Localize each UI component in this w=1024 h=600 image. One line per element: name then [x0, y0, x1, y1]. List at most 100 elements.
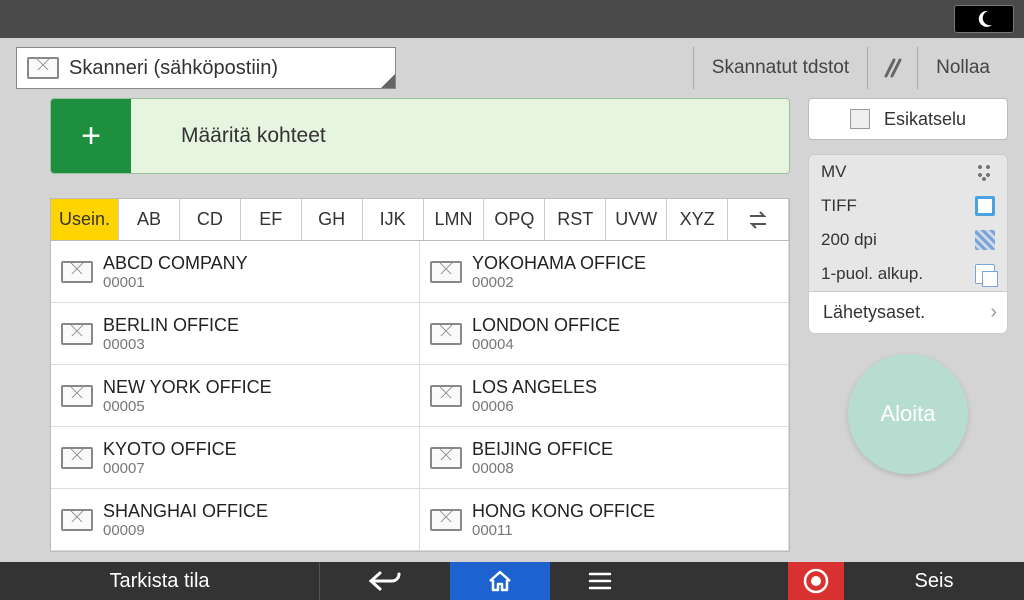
tab-lmn[interactable]: LMN — [424, 199, 485, 240]
address-name: SHANGHAI OFFICE — [103, 501, 268, 522]
tab-ijk[interactable]: IJK — [363, 199, 424, 240]
address-item[interactable]: LOS ANGELES00006 — [420, 365, 789, 427]
switch-icon — [747, 211, 769, 229]
tab-frequent[interactable]: Usein. — [51, 199, 119, 240]
tab-opq[interactable]: OPQ — [484, 199, 545, 240]
tab-uvw[interactable]: UVW — [606, 199, 667, 240]
tab-ef[interactable]: EF — [241, 199, 302, 240]
stop-icon-button[interactable] — [788, 562, 844, 600]
address-item[interactable]: LONDON OFFICE00004 — [420, 303, 789, 365]
address-number: 00003 — [103, 336, 239, 353]
address-number: 00001 — [103, 274, 248, 291]
header-row: Skanneri (sähköpostiin) Skannatut tdstot… — [0, 38, 1024, 98]
back-button[interactable] — [320, 562, 450, 600]
address-item[interactable]: NEW YORK OFFICE00005 — [51, 365, 420, 427]
address-number: 00011 — [472, 522, 655, 539]
envelope-icon — [61, 447, 93, 469]
specify-destinations-label: Määritä kohteet — [131, 99, 789, 173]
setting-color-label: MV — [821, 162, 847, 182]
check-status-button[interactable]: Tarkista tila — [0, 562, 320, 600]
address-item[interactable]: KYOTO OFFICE00007 — [51, 427, 420, 489]
menu-button[interactable] — [550, 562, 650, 600]
tab-xyz[interactable]: XYZ — [667, 199, 728, 240]
envelope-icon — [430, 509, 462, 531]
address-item[interactable]: YOKOHAMA OFFICE00002 — [420, 241, 789, 303]
back-icon — [368, 570, 402, 592]
setting-format[interactable]: TIFF — [809, 189, 1007, 223]
clear-destinations-button[interactable] — [867, 47, 917, 89]
tab-rst[interactable]: RST — [545, 199, 606, 240]
envelope-icon — [61, 261, 93, 283]
system-top-bar — [0, 0, 1024, 38]
scanned-files-button[interactable]: Skannatut tdstot — [693, 47, 867, 89]
address-number: 00006 — [472, 398, 597, 415]
tab-gh[interactable]: GH — [302, 199, 363, 240]
address-name: ABCD COMPANY — [103, 253, 248, 274]
tab-cd[interactable]: CD — [180, 199, 241, 240]
address-list: ABCD COMPANY00001 YOKOHAMA OFFICE00002 B… — [50, 240, 790, 552]
envelope-icon — [430, 261, 462, 283]
night-mode-button[interactable] — [954, 5, 1014, 33]
address-item[interactable]: BERLIN OFFICE00003 — [51, 303, 420, 365]
setting-resolution[interactable]: 200 dpi — [809, 223, 1007, 257]
mode-selector[interactable]: Skanneri (sähköpostiin) — [16, 47, 396, 89]
send-settings-button[interactable]: Lähetysaset. › — [809, 291, 1007, 333]
home-icon — [487, 569, 513, 593]
tab-switch-view[interactable] — [728, 199, 789, 240]
setting-sides-label: 1-puol. alkup. — [821, 264, 923, 284]
sides-icon — [975, 264, 995, 284]
address-name: BEIJING OFFICE — [472, 439, 613, 460]
stop-button[interactable]: Seis — [844, 562, 1024, 600]
envelope-icon — [27, 57, 59, 79]
address-number: 00007 — [103, 460, 237, 477]
resolution-icon — [975, 230, 995, 250]
address-name: LOS ANGELES — [472, 377, 597, 398]
mode-label: Skanneri (sähköpostiin) — [69, 57, 278, 80]
address-item[interactable]: SHANGHAI OFFICE00009 — [51, 489, 420, 551]
address-number: 00008 — [472, 460, 613, 477]
address-item[interactable]: BEIJING OFFICE00008 — [420, 427, 789, 489]
setting-color[interactable]: MV — [809, 155, 1007, 189]
address-number: 00005 — [103, 398, 272, 415]
start-button[interactable]: Aloita — [848, 354, 968, 474]
bottom-bar: Tarkista tila Seis — [0, 562, 1024, 600]
home-button[interactable] — [450, 562, 550, 600]
preview-checkbox[interactable] — [850, 109, 870, 129]
specify-destinations-button[interactable]: + Määritä kohteet — [50, 98, 790, 174]
color-mode-icon — [975, 162, 995, 182]
envelope-icon — [61, 385, 93, 407]
envelope-icon — [61, 509, 93, 531]
right-panel: Esikatselu MV TIFF 200 dpi 1-puol. alkup… — [808, 98, 1008, 552]
address-name: BERLIN OFFICE — [103, 315, 239, 336]
envelope-icon — [430, 385, 462, 407]
setting-resolution-label: 200 dpi — [821, 230, 877, 250]
menu-icon — [588, 572, 612, 590]
address-item[interactable]: ABCD COMPANY00001 — [51, 241, 420, 303]
setting-sides[interactable]: 1-puol. alkup. — [809, 257, 1007, 291]
address-number: 00004 — [472, 336, 620, 353]
moon-icon — [974, 9, 994, 29]
address-name: LONDON OFFICE — [472, 315, 620, 336]
address-item[interactable]: HONG KONG OFFICE00011 — [420, 489, 789, 551]
reset-button[interactable]: Nollaa — [917, 47, 1008, 89]
chevron-right-icon: › — [990, 301, 997, 324]
stop-icon — [803, 568, 829, 594]
plus-icon: + — [51, 99, 131, 173]
send-settings-label: Lähetysaset. — [823, 302, 925, 323]
envelope-icon — [61, 323, 93, 345]
address-name: KYOTO OFFICE — [103, 439, 237, 460]
address-number: 00002 — [472, 274, 646, 291]
start-label: Aloita — [880, 401, 935, 427]
file-format-icon — [975, 196, 995, 216]
envelope-icon — [430, 447, 462, 469]
tab-ab[interactable]: AB — [119, 199, 180, 240]
preview-label: Esikatselu — [884, 109, 966, 130]
dropdown-indicator-icon — [381, 74, 395, 88]
address-number: 00009 — [103, 522, 268, 539]
scan-settings-card: MV TIFF 200 dpi 1-puol. alkup. Lähetysas… — [808, 154, 1008, 334]
alpha-tab-bar: Usein. AB CD EF GH IJK LMN OPQ RST UVW X… — [50, 198, 790, 240]
envelope-icon — [430, 323, 462, 345]
address-name: NEW YORK OFFICE — [103, 377, 272, 398]
preview-toggle[interactable]: Esikatselu — [808, 98, 1008, 140]
address-name: HONG KONG OFFICE — [472, 501, 655, 522]
